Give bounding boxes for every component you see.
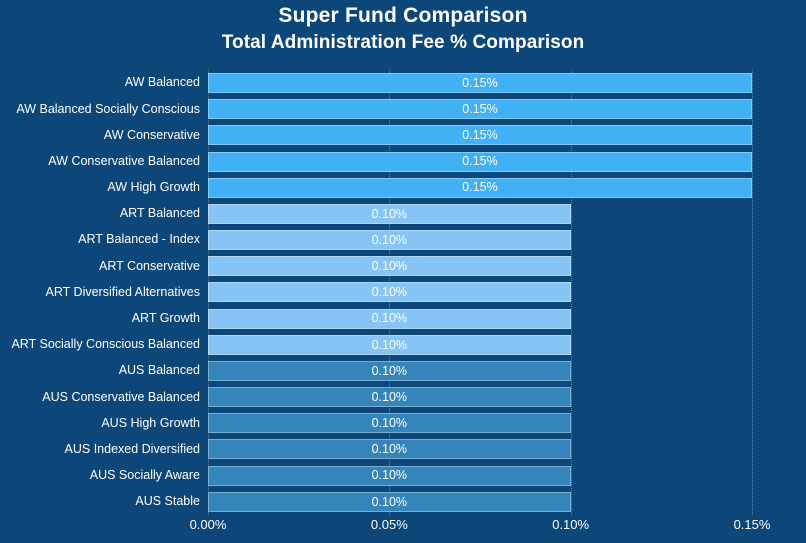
bar[interactable]: 0.15% [208, 73, 752, 93]
category-label-row: ART Balanced - Index [0, 227, 202, 252]
page-title: Super Fund Comparison [278, 4, 528, 27]
category-label: ART Socially Conscious Balanced [11, 337, 200, 352]
bar[interactable]: 0.10% [208, 387, 571, 408]
bar-row: 0.15% [208, 122, 752, 147]
bar-value-label: 0.10% [371, 389, 408, 404]
category-label: ART Diversified Alternatives [45, 284, 200, 299]
category-label-row: ART Conservative [0, 253, 202, 278]
bar-value-label: 0.15% [462, 75, 498, 90]
category-label: AUS Stable [135, 494, 200, 509]
category-label: ART Conservative [99, 258, 200, 273]
bar-value-label: 0.10% [371, 468, 408, 483]
gridline [752, 70, 753, 515]
category-label-row: AW Conservative [0, 122, 202, 147]
category-label-row: AW High Growth [0, 175, 202, 200]
bar-value-label: 0.15% [462, 154, 498, 169]
bar[interactable]: 0.10% [208, 230, 571, 251]
bar[interactable]: 0.10% [208, 465, 571, 486]
bar-row: 0.10% [208, 306, 752, 331]
plot-area: 0.15% 0.15% 0.15% 0.15% 0.15% 0.10% 0.10% 0.10%… [208, 70, 753, 515]
bar-row: 0.10% [208, 463, 752, 488]
category-label: AUS Conservative Balanced [42, 389, 200, 404]
bar-row: 0.10% [208, 384, 752, 409]
category-label-row: AUS Stable [0, 489, 202, 514]
x-tick-label: 0.00% [189, 517, 227, 532]
bar-row: 0.15% [208, 175, 752, 200]
bar[interactable]: 0.15% [208, 99, 752, 120]
category-label-row: AW Balanced Socially Conscious [0, 96, 202, 121]
bar[interactable]: 0.10% [208, 334, 571, 355]
bar-row: 0.10% [208, 253, 752, 278]
category-label-row: AW Balanced [0, 70, 202, 95]
bar-row: 0.10% [208, 279, 752, 304]
bar-value-label: 0.10% [371, 494, 408, 509]
category-label: AW Conservative Balanced [48, 153, 200, 168]
category-label-row: ART Socially Conscious Balanced [0, 332, 202, 357]
x-tick-label: 0.05% [370, 517, 408, 532]
bar-row: 0.10% [208, 201, 752, 226]
category-label-row: AW Conservative Balanced [0, 149, 202, 174]
x-tick-label: 0.10% [552, 517, 590, 532]
bar-value-label: 0.10% [371, 442, 408, 457]
bar[interactable]: 0.10% [208, 203, 571, 224]
category-label: AUS Socially Aware [89, 468, 200, 483]
bar-row: 0.10% [208, 410, 752, 435]
y-axis-category-labels: AW Balanced AW Balanced Socially Consciou… [0, 70, 202, 515]
category-label: ART Growth [131, 311, 200, 326]
category-label: AUS Indexed Diversified [64, 441, 200, 456]
bar-value-label: 0.10% [371, 206, 408, 221]
bar-rows: 0.15% 0.15% 0.15% 0.15% 0.15% 0.10% 0.10% 0.10%… [208, 70, 752, 515]
category-label-row: AUS Indexed Diversified [0, 436, 202, 461]
bar-row: 0.10% [208, 358, 752, 383]
bar-value-label: 0.15% [462, 128, 498, 143]
bar-row: 0.10% [208, 227, 752, 252]
x-axis-tick-labels: 0.00% 0.05% 0.10% 0.15% [190, 515, 771, 539]
bar-row: 0.10% [208, 332, 752, 357]
category-label-row: ART Balanced [0, 201, 202, 226]
bar[interactable]: 0.10% [208, 439, 571, 460]
bar-value-label: 0.10% [371, 311, 408, 326]
category-label: AW High Growth [107, 180, 200, 195]
chart-subtitle: Total Administration Fee % Comparison [221, 32, 585, 53]
category-label-row: AUS High Growth [0, 410, 202, 435]
bar[interactable]: 0.15% [208, 125, 752, 146]
bar-value-label: 0.10% [371, 337, 408, 352]
x-tick-label: 0.15% [733, 517, 771, 532]
bar-value-label: 0.10% [371, 258, 408, 273]
category-label-row: ART Growth [0, 306, 202, 331]
bar-value-label: 0.10% [371, 232, 408, 247]
category-label: ART Balanced - Index [78, 232, 200, 247]
bar[interactable]: 0.10% [208, 491, 571, 512]
bar-value-label: 0.15% [462, 180, 498, 195]
bar-value-label: 0.10% [371, 285, 408, 300]
category-label: AW Balanced Socially Conscious [16, 101, 200, 116]
category-label: AUS High Growth [101, 415, 200, 430]
bar[interactable]: 0.15% [208, 151, 752, 172]
category-label: AW Conservative [103, 127, 200, 142]
bar-value-label: 0.15% [462, 101, 498, 116]
category-label-row: AUS Conservative Balanced [0, 384, 202, 409]
category-label: ART Balanced [119, 206, 200, 221]
bar-value-label: 0.10% [371, 363, 408, 378]
category-label: AUS Balanced [118, 363, 200, 378]
category-label-row: AUS Balanced [0, 358, 202, 383]
bar[interactable]: 0.10% [208, 360, 571, 381]
bar-value-label: 0.10% [371, 416, 408, 431]
chart-title-block: Super Fund Comparison Total Administrati… [0, 0, 806, 55]
bar-row: 0.10% [208, 436, 752, 461]
bar[interactable]: 0.10% [208, 282, 571, 303]
bar[interactable]: 0.10% [208, 413, 571, 434]
bar-row: 0.15% [208, 149, 752, 174]
bar-chart: Super Fund Comparison Total Administrati… [0, 0, 806, 543]
bar[interactable]: 0.15% [208, 177, 752, 198]
category-label-row: AUS Socially Aware [0, 463, 202, 488]
bar[interactable]: 0.10% [208, 308, 571, 329]
category-label-row: ART Diversified Alternatives [0, 279, 202, 304]
bar-row: 0.10% [208, 489, 752, 514]
bar[interactable]: 0.10% [208, 256, 571, 277]
bar-row: 0.15% [208, 96, 752, 121]
bar-row: 0.15% [208, 70, 752, 95]
category-label: AW Balanced [124, 75, 200, 90]
